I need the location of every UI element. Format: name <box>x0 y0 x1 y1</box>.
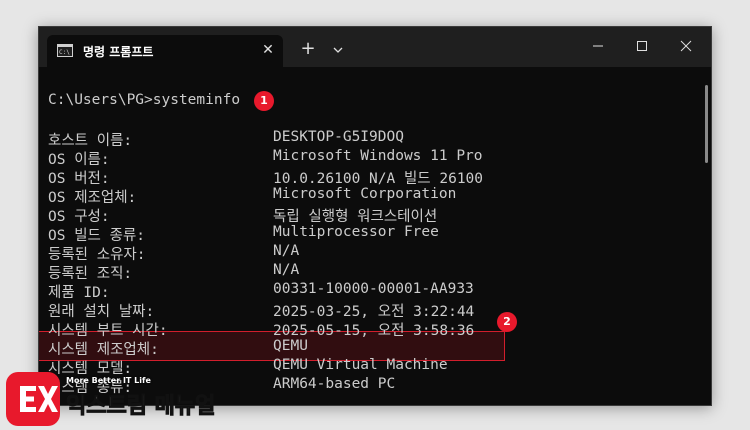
info-label: OS 이름: <box>48 152 110 168</box>
minimize-button[interactable] <box>583 33 613 59</box>
info-label: OS 빌드 종류: <box>48 228 146 244</box>
console-icon: C:\ <box>57 44 73 57</box>
info-value: Microsoft Windows 11 Pro <box>273 148 483 164</box>
info-value: N/A <box>273 262 300 278</box>
info-value: 00331-10000-00001-AA933 <box>273 281 474 297</box>
info-label: 시스템 부트 시간: <box>48 323 168 339</box>
command-prompt-line: C:\Users\PG>systeminfo <box>48 92 241 108</box>
info-row: OS 구성: 독립 실행형 워크스테이션 <box>48 205 437 225</box>
info-label: 시스템 제조업체: <box>48 342 159 358</box>
watermark-logo: More Better IT Life 익스트림 매뉴얼 <box>4 368 234 428</box>
info-label: OS 구성: <box>48 209 110 225</box>
tab-close-button[interactable]: ✕ <box>259 41 277 59</box>
info-value: 2025-03-25, 오전 3:22:44 <box>273 304 475 320</box>
info-value: 독립 실행형 워크스테이션 <box>273 209 438 225</box>
info-value: N/A <box>273 243 300 259</box>
logo-mark-icon <box>6 372 60 426</box>
info-row: 제품 ID: 00331-10000-00001-AA933 <box>48 281 474 301</box>
maximize-button[interactable] <box>627 33 657 59</box>
annotation-badge-2: 2 <box>497 312 517 332</box>
info-label: 제품 ID: <box>48 285 110 301</box>
command-prompt-window: C:\ 명령 프롬프트 ✕ + C:\Users\PG>systeminfo 1… <box>38 26 712 406</box>
info-value: 2025-05-15, 오전 3:58:36 <box>273 323 475 339</box>
info-row: OS 빌드 종류: Multiprocessor Free <box>48 224 439 244</box>
info-row: 등록된 소유자: N/A <box>48 243 299 263</box>
info-label: 호스트 이름: <box>48 133 133 149</box>
info-value: 10.0.26100 N/A 빌드 26100 <box>273 171 484 187</box>
info-value: Microsoft Corporation <box>273 186 457 202</box>
scrollbar[interactable] <box>705 85 708 163</box>
info-row: 등록된 조직: N/A <box>48 262 299 282</box>
info-value: QEMU Virtual Machine <box>273 357 448 373</box>
info-row: 시스템 부트 시간: 2025-05-15, 오전 3:58:36 <box>48 319 474 339</box>
info-label: 등록된 조직: <box>48 266 133 282</box>
terminal-output[interactable]: C:\Users\PG>systeminfo 1 호스트 이름: DESKTOP… <box>39 67 711 405</box>
tab-title: 명령 프롬프트 <box>83 45 154 59</box>
info-row: 시스템 제조업체: QEMU <box>48 338 308 358</box>
logo-name: 익스트림 매뉴얼 <box>65 394 216 420</box>
info-value: ARM64-based PC <box>273 376 396 392</box>
info-label: 원래 설치 날짜: <box>48 304 155 320</box>
info-label: OS 제조업체: <box>48 190 137 206</box>
chevron-down-icon[interactable] <box>327 39 349 61</box>
title-bar: C:\ 명령 프롬프트 ✕ + <box>39 27 711 67</box>
tab-command-prompt[interactable]: C:\ 명령 프롬프트 ✕ <box>47 35 283 67</box>
svg-text:C:\: C:\ <box>59 49 70 56</box>
info-value: Multiprocessor Free <box>273 224 439 240</box>
info-row: OS 제조업체: Microsoft Corporation <box>48 186 456 206</box>
annotation-badge-1: 1 <box>254 91 274 111</box>
info-row-install-date: 원래 설치 날짜: 2025-03-25, 오전 3:22:44 <box>48 300 474 320</box>
info-value: QEMU <box>273 338 308 354</box>
info-label: 등록된 소유자: <box>48 247 146 263</box>
info-row: OS 이름: Microsoft Windows 11 Pro <box>48 148 483 168</box>
logo-tagline: More Better IT Life <box>66 376 151 385</box>
close-button[interactable] <box>671 33 701 59</box>
info-row: 호스트 이름: DESKTOP-G5I9DOQ <box>48 129 404 149</box>
info-row: OS 버전: 10.0.26100 N/A 빌드 26100 <box>48 167 483 187</box>
info-value: DESKTOP-G5I9DOQ <box>273 129 404 145</box>
info-label: OS 버전: <box>48 171 110 187</box>
new-tab-button[interactable]: + <box>297 39 319 61</box>
